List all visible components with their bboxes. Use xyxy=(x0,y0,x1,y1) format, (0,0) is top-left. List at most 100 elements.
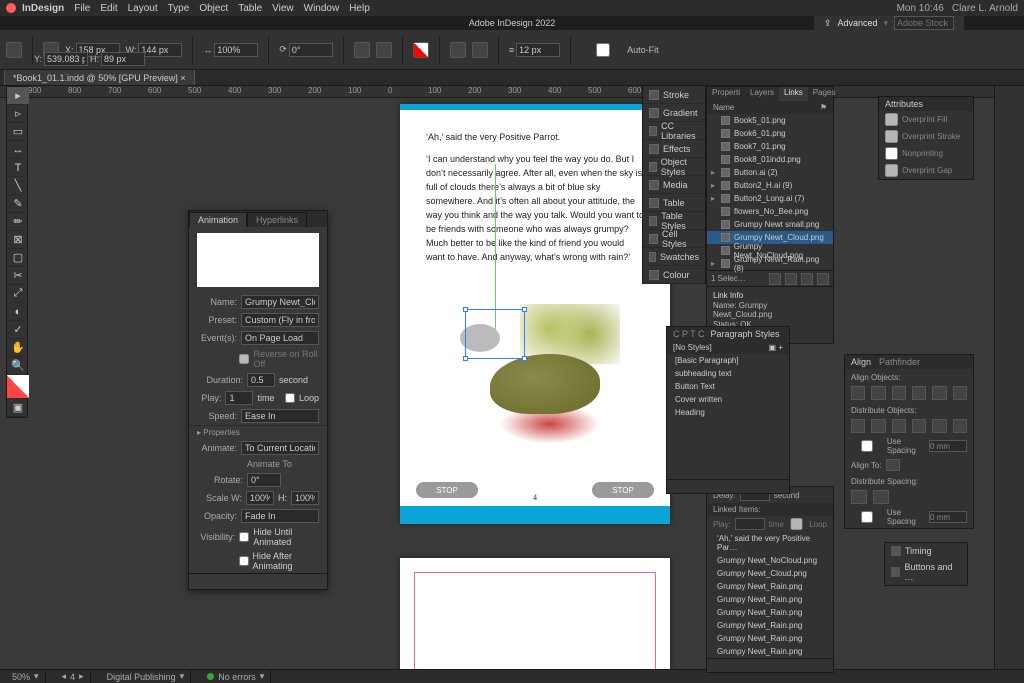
pstyle-heading[interactable]: Heading xyxy=(667,406,789,419)
timing-item[interactable]: Grumpy Newt_Rain.png xyxy=(707,593,833,606)
stock-search[interactable] xyxy=(894,16,954,30)
relink-icon[interactable] xyxy=(769,273,781,285)
timing-item[interactable]: Grumpy Newt_NoCloud.png xyxy=(707,554,833,567)
dock-swatches[interactable]: Swatches xyxy=(643,248,705,266)
link-item[interactable]: ▸Button2_Long.ai (7) xyxy=(707,192,833,205)
align-vcenter-icon[interactable] xyxy=(932,386,946,400)
dist-vcenter-icon[interactable] xyxy=(871,419,885,433)
pencil-tool[interactable]: ✏ xyxy=(7,213,29,231)
timing-item[interactable]: Grumpy Newt_Rain.png xyxy=(707,645,833,658)
dock-media[interactable]: Media xyxy=(643,176,705,194)
flip-v-icon[interactable] xyxy=(376,42,392,58)
apple-icon[interactable] xyxy=(6,3,16,13)
pen-tool[interactable]: ✎ xyxy=(7,195,29,213)
dock-cc-libraries[interactable]: CC Libraries xyxy=(643,122,705,140)
rectangle-frame-tool[interactable]: ⊠ xyxy=(7,231,29,249)
goto-link-icon[interactable] xyxy=(785,273,797,285)
hand-tool[interactable]: ✋ xyxy=(7,339,29,357)
dist-hspace-icon[interactable] xyxy=(873,490,889,504)
link-item[interactable]: Book6_01.png xyxy=(707,127,833,140)
align-bottom-icon[interactable] xyxy=(953,386,967,400)
new-style-icon[interactable]: ▣ + xyxy=(769,343,783,352)
direct-selection-tool[interactable]: ▹ xyxy=(7,105,29,123)
y-field[interactable] xyxy=(44,52,88,66)
zoom-level[interactable]: 50% xyxy=(12,672,30,682)
collapsed-timing[interactable]: Timing xyxy=(885,543,967,559)
align-icon[interactable] xyxy=(450,42,466,58)
eyedropper-tool[interactable]: ✓ xyxy=(7,321,29,339)
link-item[interactable]: ▸Grumpy Newt_Rain.png (8) xyxy=(707,257,833,270)
align-to-icon[interactable] xyxy=(886,459,900,471)
tab-hyperlinks[interactable]: Hyperlinks xyxy=(247,212,307,227)
selection-tool[interactable]: ▸ xyxy=(7,87,29,105)
menu-help[interactable]: Help xyxy=(349,3,370,14)
hide-until-check[interactable] xyxy=(239,532,249,542)
align-right-icon[interactable] xyxy=(892,386,906,400)
link-item[interactable]: Grumpy Newt small.png xyxy=(707,218,833,231)
menu-object[interactable]: Object xyxy=(199,3,228,14)
dock-colour[interactable]: Colour xyxy=(643,266,705,284)
menu-type[interactable]: Type xyxy=(168,3,190,14)
use-spacing-check-2[interactable] xyxy=(851,511,883,523)
spacing-field-2[interactable] xyxy=(929,511,967,523)
speed-field[interactable] xyxy=(241,409,319,423)
link-item[interactable]: Book7_01.png xyxy=(707,140,833,153)
app-menu[interactable]: InDesign xyxy=(22,3,64,14)
free-transform-tool[interactable]: ⤢ xyxy=(7,285,29,303)
tab-pathfinder[interactable]: Pathfinder xyxy=(879,357,920,367)
link-item[interactable]: flowers_No_Bee.png xyxy=(707,205,833,218)
loop-check[interactable] xyxy=(285,393,295,403)
menu-table[interactable]: Table xyxy=(238,3,262,14)
anim-name-field[interactable] xyxy=(241,295,319,309)
pstyle-cover[interactable]: Cover written xyxy=(667,393,789,406)
tab-links[interactable]: Links xyxy=(779,87,808,101)
dist-hcenter-icon[interactable] xyxy=(932,419,946,433)
timing-item[interactable]: Grumpy Newt_Rain.png xyxy=(707,619,833,632)
scale-w-field[interactable] xyxy=(214,43,258,57)
anim-rotate-field[interactable] xyxy=(247,473,281,487)
autofit-check[interactable] xyxy=(581,43,625,57)
dock-cell-styles[interactable]: Cell Styles xyxy=(643,230,705,248)
dist-left-icon[interactable] xyxy=(912,419,926,433)
preview-spread-icon[interactable] xyxy=(273,576,287,588)
link-item[interactable]: ▸Button.ai (2) xyxy=(707,166,833,179)
h-field[interactable] xyxy=(101,52,145,66)
tab-animation[interactable]: Animation xyxy=(189,212,247,227)
menu-file[interactable]: File xyxy=(74,3,90,14)
preflight-status[interactable]: No errors xyxy=(218,672,256,682)
line-tool[interactable]: ╲ xyxy=(7,177,29,195)
use-spacing-check[interactable] xyxy=(851,440,883,452)
properties-section[interactable]: ▸ Properties xyxy=(189,425,327,439)
align-hcenter-icon[interactable] xyxy=(871,386,885,400)
dock-object-styles[interactable]: Object Styles xyxy=(643,158,705,176)
proxy-icon[interactable] xyxy=(291,576,305,588)
dock-table-styles[interactable]: Table Styles xyxy=(643,212,705,230)
anim-events-field[interactable] xyxy=(241,331,319,345)
anim-preset-field[interactable] xyxy=(241,313,319,327)
timing-item[interactable]: Grumpy Newt_Rain.png xyxy=(707,580,833,593)
attributes-title[interactable]: Attributes xyxy=(879,97,973,111)
menu-edit[interactable]: Edit xyxy=(100,3,117,14)
align-icon-2[interactable] xyxy=(472,42,488,58)
tab-properties[interactable]: Properti xyxy=(707,87,745,101)
dock-gradient[interactable]: Gradient xyxy=(643,104,705,122)
rectangle-tool[interactable]: ▢ xyxy=(7,249,29,267)
gap-tool[interactable]: ↔ xyxy=(7,141,29,159)
dock-effects[interactable]: Effects xyxy=(643,140,705,158)
align-left-icon[interactable] xyxy=(851,386,865,400)
menu-window[interactable]: Window xyxy=(304,3,340,14)
menu-view[interactable]: View xyxy=(272,3,294,14)
page-tool[interactable]: ▭ xyxy=(7,123,29,141)
dist-vspace-icon[interactable] xyxy=(851,490,867,504)
timing-item[interactable]: Grumpy Newt_Rain.png xyxy=(707,606,833,619)
align-top-icon[interactable] xyxy=(912,386,926,400)
edit-original-icon[interactable] xyxy=(817,273,829,285)
timing-item[interactable]: ‘Ah,’ said the very Positive Par… xyxy=(707,532,833,554)
share-icon[interactable]: ⇪ xyxy=(824,18,832,29)
link-item[interactable]: ▸Button2_H.ai (9) xyxy=(707,179,833,192)
timing-item[interactable]: Grumpy Newt_Rain.png xyxy=(707,632,833,645)
tab-align[interactable]: Align xyxy=(851,357,871,367)
opacity-field[interactable] xyxy=(241,509,319,523)
dock-table[interactable]: Table xyxy=(643,194,705,212)
type-tool[interactable]: T xyxy=(7,159,29,177)
